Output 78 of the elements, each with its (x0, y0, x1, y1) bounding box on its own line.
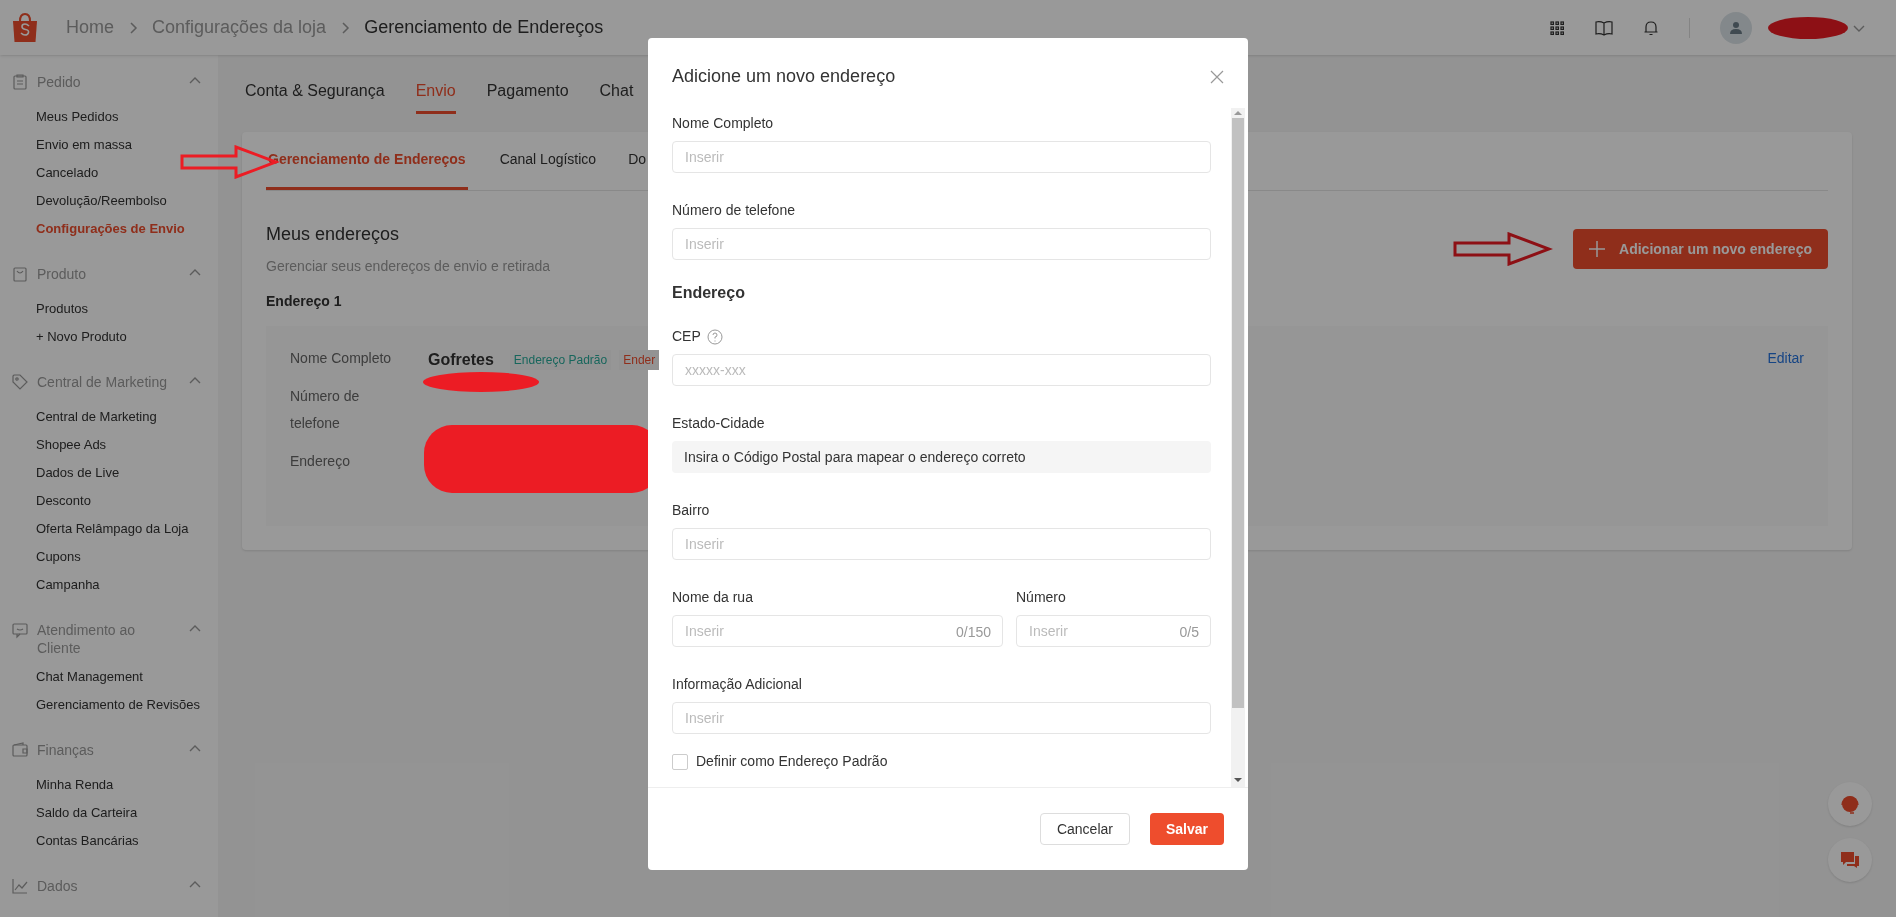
field-label: Nome Completo (672, 114, 774, 133)
input-field[interactable]: Inserir (672, 141, 1211, 173)
readonly-field: Insira o Código Postal para mapear o endereço correto (672, 441, 1211, 473)
field-label: Nome da rua (672, 588, 754, 607)
sidebar-item[interactable]: Central de Marketing (36, 409, 202, 425)
section-subtitle: Gerenciar seus endereços de envio e retirada (266, 257, 551, 276)
field-label: Estado-Cidade (672, 414, 766, 433)
subtab[interactable]: Canal Logístico (499, 132, 597, 190)
sidebar-item[interactable]: Meus Pedidos (36, 109, 202, 125)
wallet-icon (11, 741, 29, 759)
book-icon[interactable] (1595, 19, 1613, 36)
bag-icon (11, 265, 29, 283)
breadcrumb-item: Gerenciamento de Endereços (364, 16, 604, 39)
scroll-down-icon[interactable] (1234, 775, 1242, 785)
bell-icon[interactable] (1643, 18, 1659, 37)
save-button[interactable]: Salvar (1149, 813, 1224, 845)
app-grid-icon[interactable] (1549, 19, 1565, 36)
input-field[interactable]: Inserir (672, 528, 1211, 560)
chevron-right-icon (340, 20, 351, 35)
character-counter: 0/150 (955, 623, 991, 642)
sidebar-item[interactable]: Envio em massa (36, 137, 202, 153)
sidebar-item[interactable]: Dados de Live (36, 465, 202, 481)
tab[interactable]: Conta & Segurança (245, 79, 385, 114)
sidebar-item[interactable]: Oferta Relâmpago da Loja (36, 521, 202, 537)
phone-label: Número de telefone (290, 387, 361, 433)
sidebar-item[interactable]: + Novo Produto (36, 329, 202, 345)
sidebar-item[interactable]: Desconto (36, 493, 202, 509)
chat-bubbles-icon (1840, 851, 1860, 869)
input-field[interactable]: xxxxx-xxx (672, 354, 1211, 386)
user-icon (1729, 20, 1743, 35)
sidebar-item[interactable]: Cupons (36, 549, 202, 565)
subtab[interactable]: Do (628, 132, 647, 190)
sidebar-item[interactable]: Contas Bancárias (36, 833, 202, 849)
field-label: Número de telefone (672, 201, 795, 220)
chat-icon (11, 621, 29, 639)
sidebar-item[interactable]: Saldo da Carteira (36, 805, 202, 821)
address-label: Endereço (290, 452, 351, 471)
sidebar-item[interactable]: Gerenciamento de Revisões (36, 697, 202, 713)
sidebar-item[interactable]: Devolução/Reembolso (36, 193, 202, 209)
scroll-up-icon[interactable] (1234, 108, 1242, 118)
scrollbar-thumb[interactable] (1232, 118, 1244, 708)
avatar[interactable] (1720, 11, 1752, 44)
close-icon[interactable] (1210, 69, 1224, 84)
plus-icon (1589, 241, 1606, 257)
help-icon[interactable] (706, 328, 723, 345)
sidebar-item[interactable]: Campanha (36, 577, 202, 593)
tab[interactable]: Chat (599, 79, 634, 114)
checkbox-label: Definir como Endereço Padrão (696, 752, 888, 771)
field-label: Número (1016, 588, 1067, 607)
name-label: Nome Completo (290, 349, 393, 368)
field-label: Bairro (672, 501, 710, 520)
tag-icon (11, 373, 29, 391)
clipboard-icon (11, 73, 29, 91)
sidebar-item[interactable]: Shopee Ads (36, 437, 202, 453)
field-label: Informação Adicional (672, 675, 802, 694)
support-button[interactable] (1828, 782, 1872, 826)
chat-button[interactable] (1828, 838, 1872, 882)
scrollbar[interactable] (1231, 108, 1245, 787)
edit-link[interactable]: Editar (1767, 348, 1804, 369)
input-field[interactable]: Inserir (672, 228, 1211, 260)
tab[interactable]: Pagamento (486, 79, 569, 114)
sidebar-item[interactable]: Minha Renda (36, 777, 202, 793)
modal-title: Adicione um novo endereço (672, 65, 896, 88)
field-label: CEP (672, 327, 701, 346)
cancel-button[interactable]: Cancelar (1039, 813, 1130, 845)
shopping-bag-logo[interactable] (10, 11, 40, 44)
character-counter: 0/5 (1179, 623, 1199, 642)
full-name: Gofretes (428, 350, 494, 370)
input-field[interactable]: Inserir (672, 702, 1211, 734)
sidebar-item[interactable]: Cancelado (36, 165, 202, 181)
sidebar-item[interactable]: Chat Management (36, 669, 202, 685)
chevron-right-icon (128, 20, 138, 35)
form-section-heading: Endereço (672, 283, 746, 303)
sidebar-item[interactable]: Produtos (36, 301, 202, 317)
checkbox[interactable] (672, 753, 688, 770)
section-title: Meus endereços (266, 223, 401, 246)
address-heading: Endereço 1 (266, 292, 342, 311)
chart-icon (11, 877, 29, 895)
